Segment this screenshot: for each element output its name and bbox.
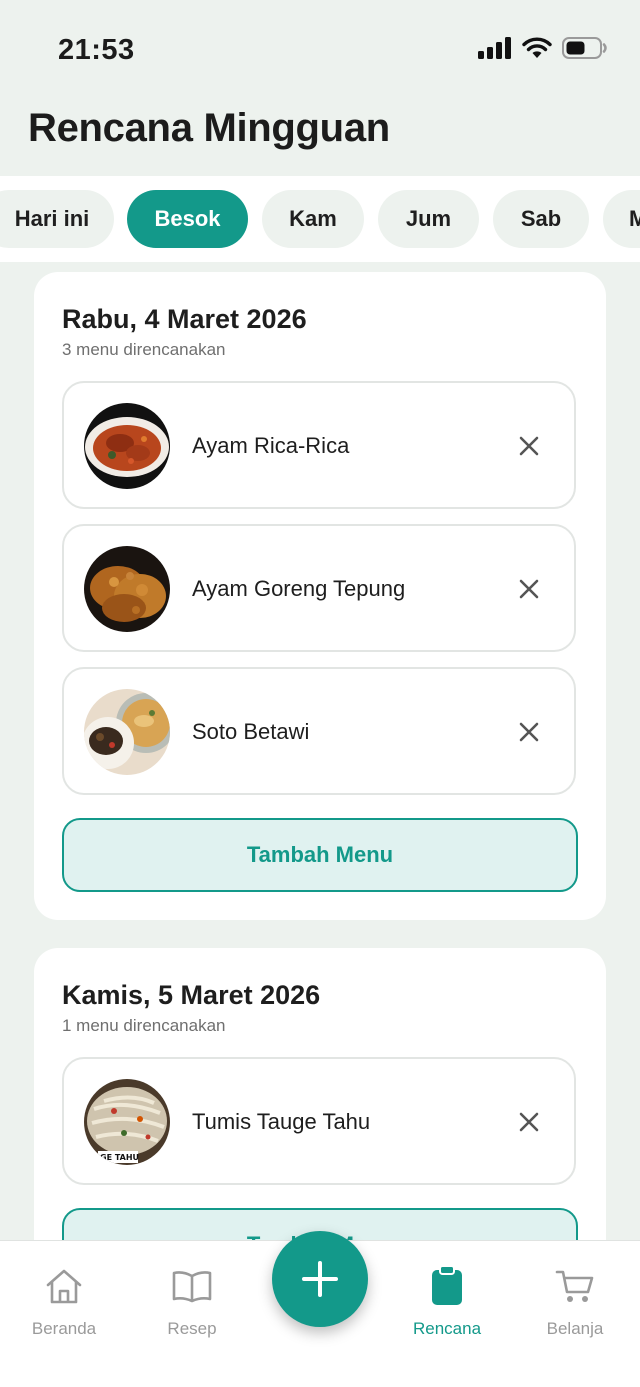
tab-kam[interactable]: Kam (262, 190, 364, 248)
signal-icon (478, 37, 511, 59)
day-date: Rabu, 4 Maret 2026 (62, 304, 307, 334)
close-icon (519, 1112, 539, 1132)
close-icon (519, 579, 539, 599)
meal-item[interactable]: Soto Betawi (62, 667, 576, 795)
close-icon (519, 722, 539, 742)
tab-hari-ini[interactable]: Hari ini (0, 190, 114, 248)
day-count: 3 menu direncanakan (62, 340, 226, 359)
tab-besok[interactable]: Besok (127, 190, 248, 248)
meal-photo: GE TAHU (84, 1079, 170, 1165)
meal-photo-caption: GE TAHU (100, 1153, 139, 1162)
page-title: Rencana Mingguan (28, 106, 390, 150)
meal-name: Tumis Tauge Tahu (192, 1109, 371, 1134)
add-plan-fab[interactable] (272, 1231, 368, 1327)
remove-meal-button[interactable] (512, 1105, 546, 1139)
nav-beranda[interactable]: Beranda (0, 1265, 128, 1339)
tab-sab[interactable]: Sab (493, 190, 589, 248)
status-time: 21:53 (58, 34, 135, 66)
day-date: Kamis, 5 Maret 2026 (62, 980, 321, 1010)
book-icon (172, 1271, 212, 1303)
remove-meal-button[interactable] (512, 715, 546, 749)
home-icon (46, 1269, 82, 1304)
meal-name: Soto Betawi (192, 719, 310, 744)
meal-item[interactable]: Ayam Goreng Tepung (62, 524, 576, 652)
status-bar: 21:53 (0, 0, 640, 100)
nav-rencana[interactable]: Rencana (383, 1265, 511, 1339)
clipboard-icon (432, 1266, 462, 1305)
nav-resep[interactable]: Resep (128, 1265, 256, 1339)
close-icon (519, 436, 539, 456)
plus-icon (302, 1261, 338, 1297)
battery-icon (562, 37, 607, 59)
remove-meal-button[interactable] (512, 572, 546, 606)
meal-name: Ayam Goreng Tepung (192, 576, 406, 601)
add-menu-button[interactable]: Tambah Menu (62, 818, 578, 892)
day-card: Kamis, 5 Maret 2026 1 menu direncanakan … (34, 948, 606, 1240)
status-icons (478, 36, 608, 60)
meal-photo (84, 403, 170, 489)
nav-belanja[interactable]: Belanja (511, 1265, 639, 1339)
day-tabs: Hari ini Besok Kam Jum Sab M (0, 176, 640, 262)
day-count: 1 menu direncanakan (62, 1016, 226, 1035)
meal-photo (84, 689, 170, 775)
tab-min[interactable]: M (603, 190, 640, 248)
meal-photo (84, 546, 170, 632)
meal-item[interactable]: Ayam Rica-Rica (62, 381, 576, 509)
plan-scroll-area[interactable]: Rabu, 4 Maret 2026 3 menu direncanakan A… (0, 262, 640, 1240)
day-card: Rabu, 4 Maret 2026 3 menu direncanakan A… (34, 272, 606, 920)
meal-item[interactable]: GE TAHU Tumis Tauge Tahu (62, 1057, 576, 1185)
tab-jum[interactable]: Jum (378, 190, 479, 248)
cart-icon (555, 1270, 594, 1302)
remove-meal-button[interactable] (512, 429, 546, 463)
wifi-icon (522, 37, 552, 58)
meal-name: Ayam Rica-Rica (192, 433, 350, 458)
